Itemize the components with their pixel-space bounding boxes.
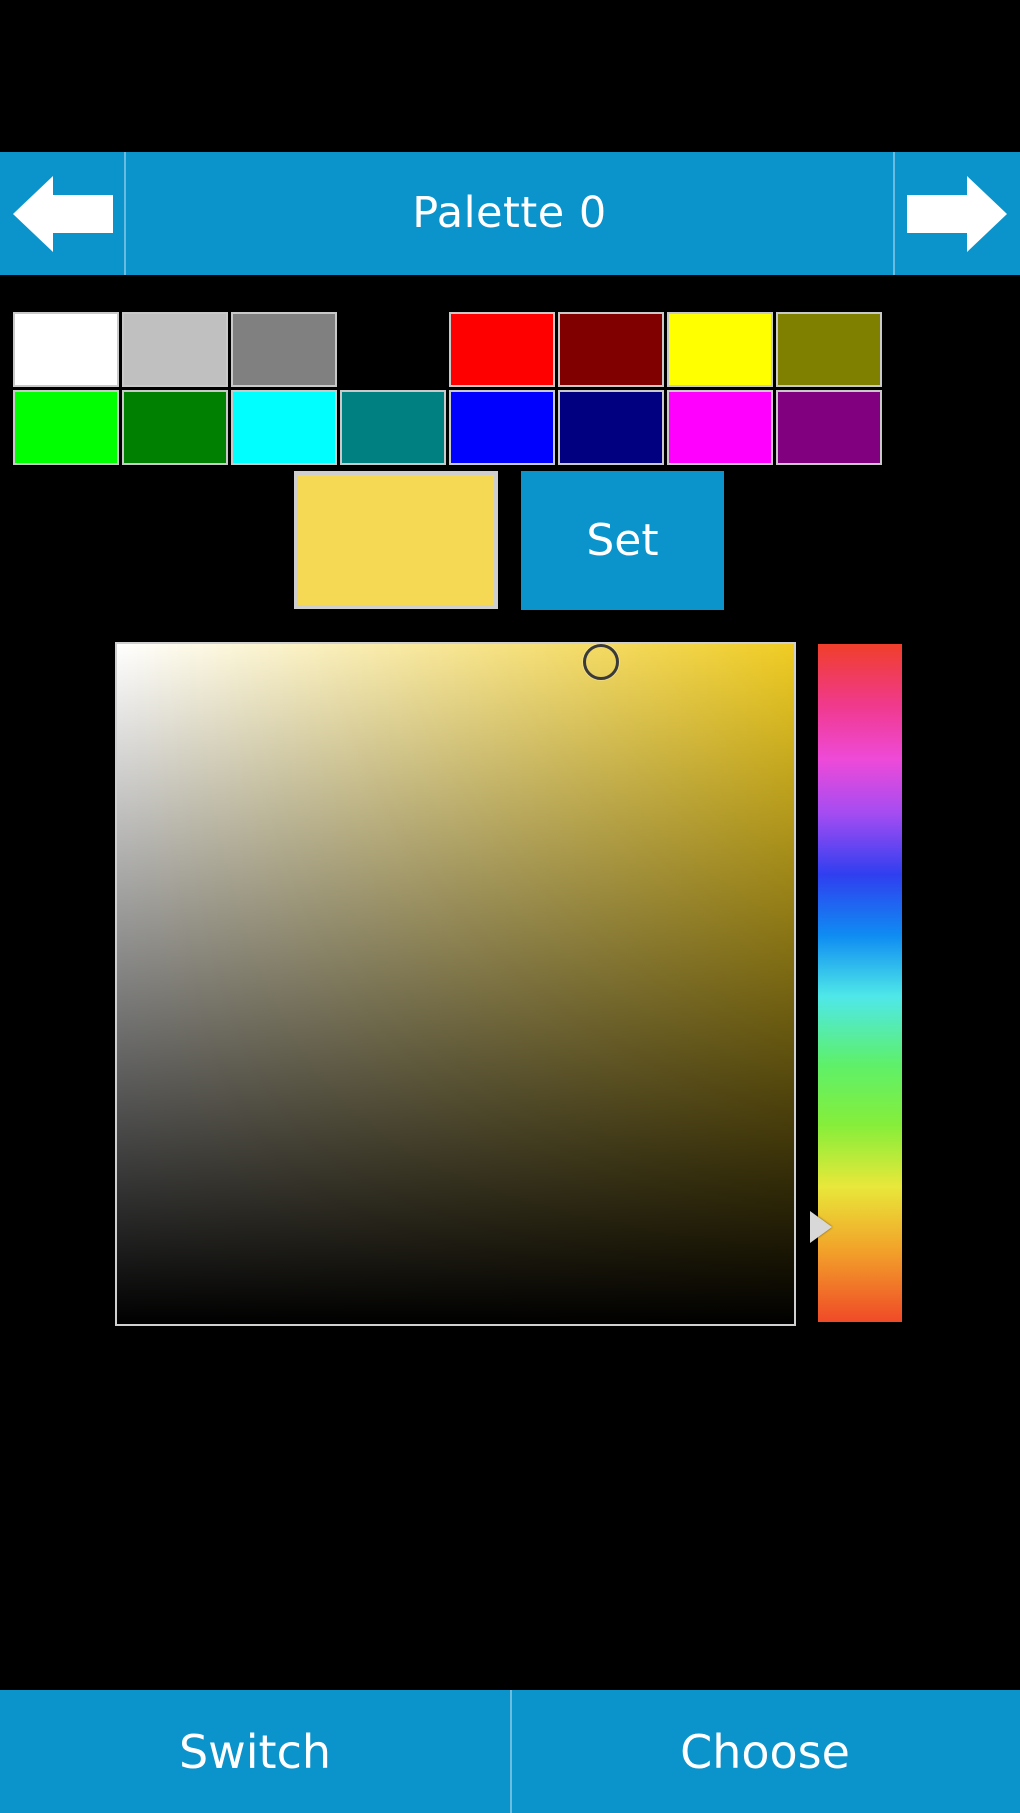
palette-row bbox=[13, 312, 887, 387]
bottom-action-bar: Switch Choose bbox=[0, 1690, 1020, 1813]
palette-swatch-yellow[interactable] bbox=[667, 312, 773, 387]
palette-swatch-purple[interactable] bbox=[776, 390, 882, 465]
palette-swatch-teal[interactable] bbox=[340, 390, 446, 465]
header-divider-right bbox=[893, 152, 895, 275]
hue-slider[interactable] bbox=[810, 644, 902, 1322]
set-button-label: Set bbox=[586, 514, 659, 566]
switch-button[interactable]: Switch bbox=[0, 1690, 510, 1813]
saturation-value-picker[interactable] bbox=[115, 642, 796, 1326]
choose-button-label: Choose bbox=[680, 1724, 850, 1779]
hue-gradient-track bbox=[818, 644, 902, 1322]
header-divider-left bbox=[124, 152, 126, 275]
previous-palette-button[interactable] bbox=[0, 152, 126, 275]
header-title-container: Palette 0 bbox=[126, 152, 893, 275]
palette-swatch-aqua[interactable] bbox=[231, 390, 337, 465]
palette-row bbox=[13, 390, 887, 465]
arrow-right-icon bbox=[906, 175, 1007, 253]
palette-swatch-red[interactable] bbox=[449, 312, 555, 387]
status-bar-spacer bbox=[0, 0, 1020, 152]
palette-swatch-maroon[interactable] bbox=[558, 312, 664, 387]
set-button[interactable]: Set bbox=[521, 471, 724, 610]
next-palette-button[interactable] bbox=[893, 152, 1020, 275]
palette-swatch-navy[interactable] bbox=[558, 390, 664, 465]
switch-button-label: Switch bbox=[178, 1724, 332, 1779]
palette-swatch-black[interactable] bbox=[340, 312, 446, 387]
palette-swatch-green[interactable] bbox=[122, 390, 228, 465]
choose-button[interactable]: Choose bbox=[510, 1690, 1020, 1813]
palette-swatch-white[interactable] bbox=[13, 312, 119, 387]
selected-color-preview[interactable] bbox=[294, 471, 498, 609]
palette-swatch-blue[interactable] bbox=[449, 390, 555, 465]
palette-swatch-grid bbox=[13, 312, 887, 468]
palette-swatch-olive[interactable] bbox=[776, 312, 882, 387]
palette-swatch-gray[interactable] bbox=[231, 312, 337, 387]
palette-swatch-fuchsia[interactable] bbox=[667, 390, 773, 465]
bottom-bar-divider bbox=[510, 1690, 512, 1813]
page-title: Palette 0 bbox=[412, 188, 607, 238]
palette-swatch-silver[interactable] bbox=[122, 312, 228, 387]
sv-value-layer bbox=[117, 644, 794, 1324]
arrow-left-icon bbox=[13, 175, 113, 253]
header-bar: Palette 0 bbox=[0, 152, 1020, 275]
palette-swatch-lime[interactable] bbox=[13, 390, 119, 465]
